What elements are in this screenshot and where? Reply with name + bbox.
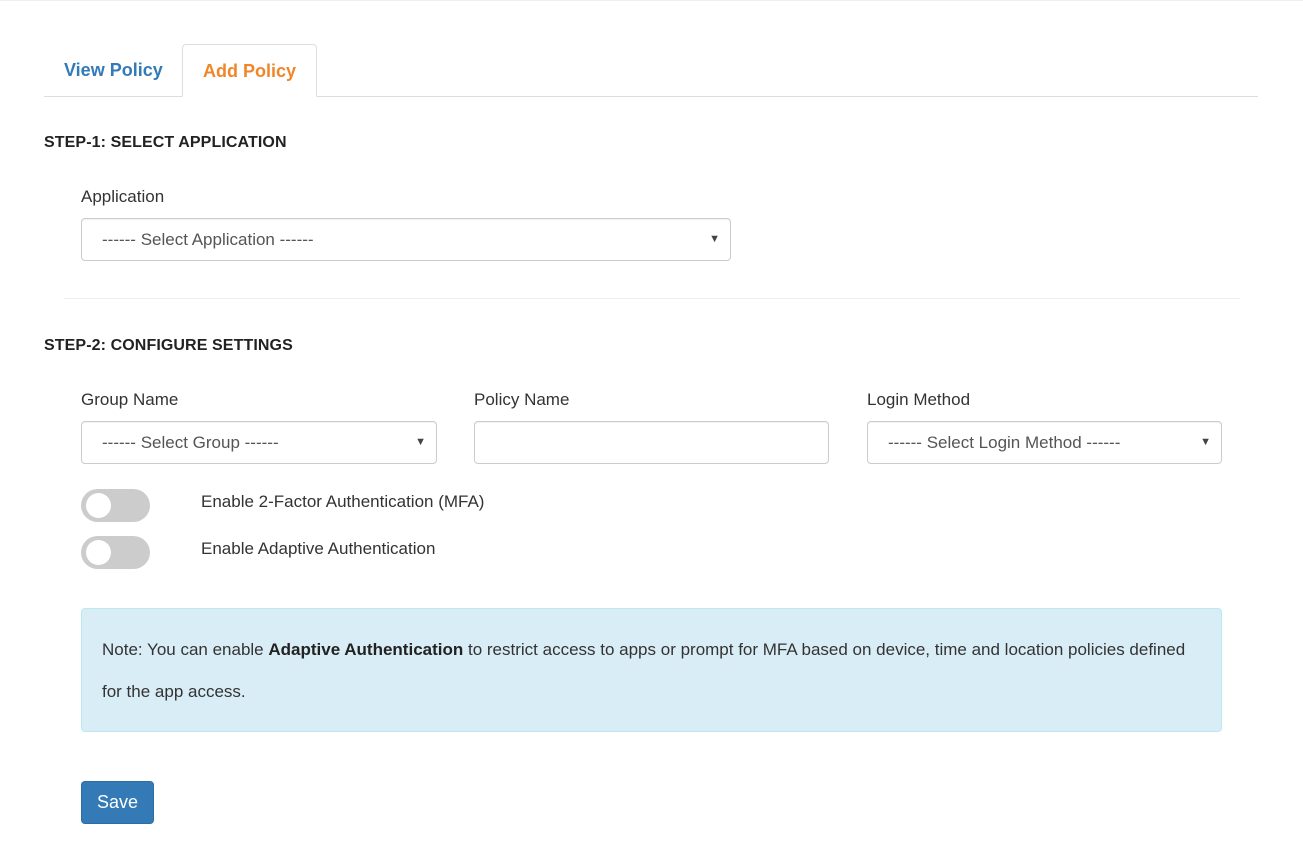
section-divider [64,298,1240,299]
application-label: Application [81,187,165,206]
adaptive-auth-toggle-label: Enable Adaptive Authentication [201,539,436,558]
tab-view-policy[interactable]: View Policy [44,44,183,96]
group-name-label: Group Name [81,390,179,409]
info-note: Note: You can enable Adaptive Authentica… [81,608,1222,732]
toggle-knob [86,540,111,565]
caret-down-icon: ▼ [709,233,720,245]
group-select-value: ------ Select Group ------ [102,433,279,452]
note-bold: Adaptive Authentication [268,640,464,659]
policy-name-input[interactable] [474,421,829,464]
policy-name-label: Policy Name [474,390,570,409]
step1-title: STEP-1: SELECT APPLICATION [44,134,287,151]
login-method-select[interactable]: ------ Select Login Method ------ ▼ [867,421,1222,464]
note-prefix: Note: You can enable [102,640,269,659]
caret-down-icon: ▼ [1200,436,1211,448]
mfa-toggle[interactable] [81,489,150,522]
login-method-label: Login Method [867,390,971,409]
toggle-knob [86,493,111,518]
group-select[interactable]: ------ Select Group ------ ▼ [81,421,437,464]
application-select-value: ------ Select Application ------ [102,230,314,249]
step2-title: STEP-2: CONFIGURE SETTINGS [44,337,293,354]
login-method-select-value: ------ Select Login Method ------ [888,433,1121,452]
save-button[interactable]: Save [81,781,154,824]
application-select[interactable]: ------ Select Application ------ ▼ [81,218,731,261]
adaptive-auth-toggle[interactable] [81,536,150,569]
tab-bar: View Policy Add Policy [44,44,1258,97]
mfa-toggle-label: Enable 2-Factor Authentication (MFA) [201,492,485,511]
top-border [0,0,1303,1]
caret-down-icon: ▼ [415,436,426,448]
tab-add-policy[interactable]: Add Policy [182,44,318,97]
